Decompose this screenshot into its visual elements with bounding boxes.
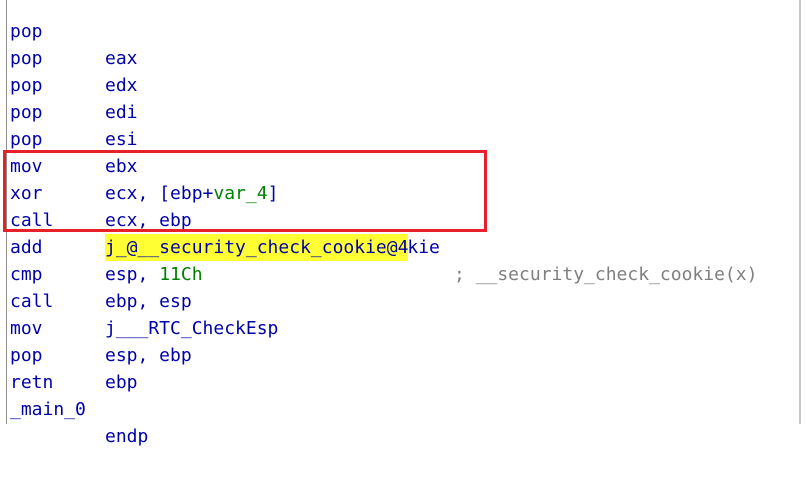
asm-line[interactable]: pop eax xyxy=(10,0,138,69)
directive: endp xyxy=(105,426,149,447)
asm-line[interactable]: retn xyxy=(10,342,53,393)
asm-line[interactable]: pop edx xyxy=(10,18,138,96)
operand[interactable]: esi xyxy=(105,126,138,153)
asm-line[interactable]: pop esi xyxy=(10,72,138,150)
listing-right-margin xyxy=(801,0,805,424)
operand[interactable]: ebp xyxy=(105,369,138,396)
operand[interactable]: eax xyxy=(105,45,138,72)
call-target-highlighted[interactable]: j_@__security_check_cookie@4 xyxy=(105,234,409,261)
function-name[interactable]: _main_0 xyxy=(10,396,86,423)
asm-line[interactable]: _main_0 endp xyxy=(10,369,148,447)
asm-line[interactable]: pop edi xyxy=(10,45,138,123)
operand[interactable]: edx xyxy=(105,72,138,99)
asm-line[interactable]: mov ecx, [ebp+var_4] xyxy=(10,126,278,204)
operand[interactable]: ebp, esp xyxy=(105,288,192,315)
comment: ; __security_check_cookie(x) xyxy=(454,264,758,285)
asm-line[interactable]: call j___RTC_CheckEsp xyxy=(10,261,278,339)
asm-line[interactable]: mov esp, ebp xyxy=(10,288,192,366)
asm-line[interactable]: cmp ebp, esp xyxy=(10,234,192,312)
asm-line[interactable]: pop ebp xyxy=(10,315,138,393)
call-target[interactable]: j___RTC_CheckEsp xyxy=(105,315,278,342)
numeric-constant: 11Ch xyxy=(159,264,203,285)
asm-line[interactable]: pop ebx xyxy=(10,99,138,177)
operand[interactable]: esp, ebp xyxy=(105,342,192,369)
operand-prefix: esp, xyxy=(105,264,160,285)
annotation-highlight-box xyxy=(3,150,487,232)
operand[interactable]: edi xyxy=(105,99,138,126)
disassembly-listing[interactable]: pop eax pop edx pop edi pop esi pop ebx … xyxy=(0,0,805,447)
operand[interactable]: esp, 11Ch xyxy=(105,261,203,288)
